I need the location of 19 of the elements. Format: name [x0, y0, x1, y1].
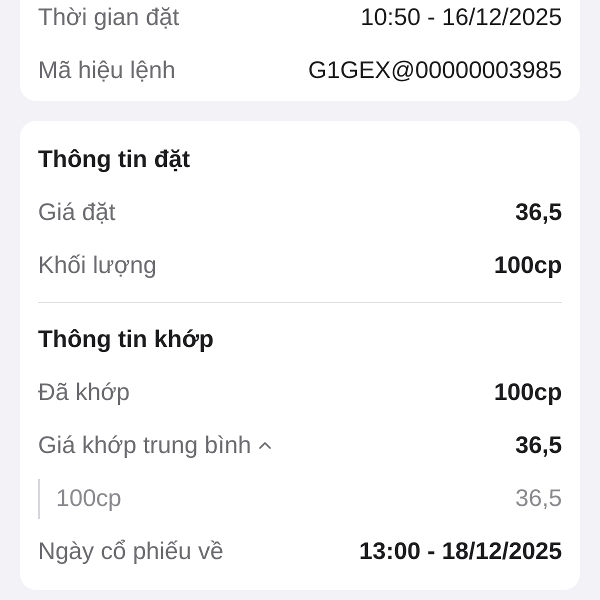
- field-label: Thời gian đặt: [38, 2, 180, 32]
- field-label: Mã hiệu lệnh: [38, 56, 176, 86]
- field-label: Khối lượng: [38, 250, 157, 280]
- field-value: 100cp: [494, 378, 562, 408]
- field-value: 100cp: [494, 250, 562, 280]
- section-title: Thông tin đặt: [38, 144, 190, 174]
- fill-quantity: 100cp: [56, 484, 122, 514]
- field-value: 13:00 - 18/12/2025: [359, 536, 562, 566]
- field-value: 10:50 - 16/12/2025: [360, 2, 562, 32]
- field-value: G1GEX@00000003985: [308, 56, 562, 86]
- field-label: Đã khớp: [38, 378, 130, 408]
- field-label: Giá đặt: [38, 198, 116, 228]
- caret-icon: [259, 442, 272, 449]
- field-label: Ngày cổ phiếu về: [38, 536, 224, 566]
- section-title: Thông tin khớp: [38, 324, 214, 354]
- field-value: 36,5: [515, 198, 562, 228]
- fill-price: 36,5: [515, 484, 562, 514]
- expand-toggle[interactable]: Giá khớp trung bình: [38, 428, 272, 464]
- field-value: 36,5: [515, 430, 562, 460]
